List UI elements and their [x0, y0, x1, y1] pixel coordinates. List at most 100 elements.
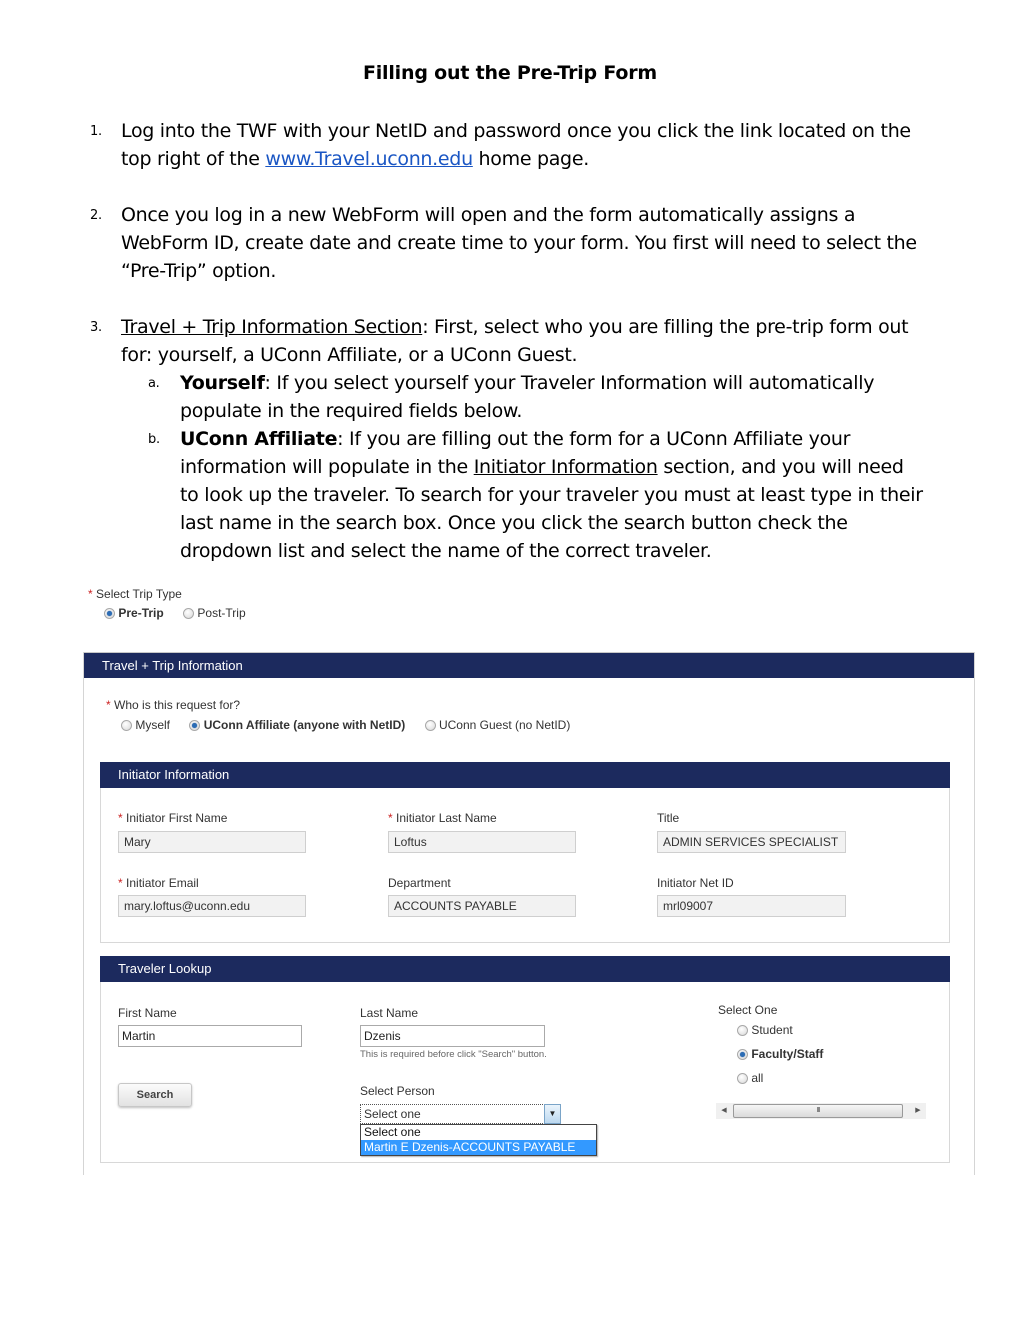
first-name-input[interactable]: Martin	[118, 1025, 302, 1047]
trip-type-label: * Select Trip Type	[88, 587, 182, 601]
scroll-right-arrow-icon[interactable]: ▶	[910, 1103, 926, 1119]
initiator-last-name-label: * Initiator Last Name	[388, 811, 497, 825]
radio-uconn-guest[interactable]: UConn Guest (no NetID)	[424, 718, 571, 732]
radio-selected-icon[interactable]	[189, 720, 201, 731]
request-for-radio-group: Myself UConn Affiliate (anyone with NetI…	[121, 718, 586, 732]
radio-all[interactable]: all	[737, 1071, 763, 1085]
substep-letter: a.	[148, 376, 160, 391]
step-text: information will populate in the Initiat…	[180, 453, 980, 481]
chevron-down-icon[interactable]: ▼	[544, 1104, 561, 1124]
required-marker: *	[106, 698, 111, 712]
radio-student[interactable]: Student	[737, 1023, 793, 1037]
text: : First, select who you are filling the …	[422, 316, 909, 338]
step-text: populate in the required fields below.	[180, 400, 523, 422]
required-marker: *	[88, 587, 93, 601]
substep-letter: b.	[148, 432, 160, 447]
last-name-input[interactable]: Dzenis	[360, 1025, 545, 1047]
radio-uconn-affiliate[interactable]: UConn Affiliate (anyone with NetID)	[189, 718, 405, 732]
option-label: UConn Affiliate (anyone with NetID)	[203, 718, 406, 732]
step-text: to look up the traveler. To search for y…	[180, 484, 923, 506]
option-label: Post-Trip	[197, 606, 246, 620]
select-person-options: Select one Martin E Dzenis-ACCOUNTS PAYA…	[360, 1124, 597, 1156]
initiator-net-id-field[interactable]: mrl09007	[657, 895, 846, 917]
step-number: 2.	[90, 208, 102, 223]
step-text: for: yourself, a UConn Affiliate, or a U…	[121, 344, 578, 366]
travel-site-link[interactable]: www.Travel.uconn.edu	[265, 148, 473, 170]
select-person-label: Select Person	[360, 1084, 435, 1098]
option-label: Faculty/Staff	[751, 1047, 824, 1061]
option-label: Student	[751, 1023, 793, 1037]
dropdown-option[interactable]: Select one	[361, 1125, 596, 1140]
text: home page.	[472, 148, 590, 170]
radio-unselected-icon[interactable]	[424, 720, 436, 731]
initiator-email-field[interactable]: mary.loftus@uconn.edu	[118, 895, 306, 917]
title-field[interactable]: ADMIN SERVICES SPECIALIST	[657, 831, 846, 853]
required-marker: *	[388, 811, 393, 825]
initiator-first-name-field[interactable]: Mary	[118, 831, 306, 853]
step-text: “Pre-Trip” option.	[121, 260, 277, 282]
first-name-label: First Name	[118, 1006, 177, 1020]
option-label: Myself	[135, 718, 171, 732]
text: : If you are filling out the form for a …	[337, 428, 851, 450]
radio-selected-icon[interactable]	[104, 608, 115, 619]
select-one-label: Select One	[718, 1003, 778, 1017]
select-person-dropdown[interactable]: Select one ▼	[360, 1104, 561, 1124]
who-label: * Who is this request for?	[106, 698, 240, 712]
text: top right of the	[121, 148, 266, 170]
step-number: 1.	[90, 124, 102, 139]
radio-faculty-staff[interactable]: Faculty/Staff	[737, 1047, 823, 1061]
term: UConn Affiliate	[180, 428, 338, 450]
radio-unselected-icon[interactable]	[183, 608, 195, 619]
radio-unselected-icon[interactable]	[121, 720, 132, 731]
search-button[interactable]: Search	[118, 1083, 192, 1107]
text: section, and you will need	[657, 456, 904, 478]
radio-pre-trip[interactable]: Pre-Trip	[104, 606, 164, 620]
text: : If you select yourself your Traveler I…	[264, 372, 875, 394]
step-text: Log into the TWF with your NetID and pas…	[121, 120, 911, 142]
last-name-label: Last Name	[360, 1006, 419, 1020]
title-label: Title	[657, 811, 680, 825]
traveler-lookup-panel: Traveler Lookup First Name Martin Last N…	[100, 956, 950, 1163]
radio-myself[interactable]: Myself	[121, 718, 170, 732]
label-text: Initiator First Name	[126, 811, 228, 825]
radio-selected-icon[interactable]	[737, 1049, 748, 1060]
step-text: WebForm ID, create date and create time …	[121, 232, 917, 254]
scroll-left-arrow-icon[interactable]: ◀	[716, 1103, 732, 1119]
dropdown-option-highlighted[interactable]: Martin E Dzenis-ACCOUNTS PAYABLE	[361, 1140, 596, 1155]
document-title: Filling out the Pre-Trip Form	[362, 62, 658, 84]
initiator-panel: Initiator Information * Initiator First …	[100, 762, 950, 943]
department-label: Department	[388, 876, 451, 890]
required-marker: *	[118, 876, 123, 890]
initiator-panel-header: Initiator Information	[100, 762, 950, 788]
radio-post-trip[interactable]: Post-Trip	[183, 606, 246, 620]
trip-type-radio-group: Pre-Trip Post-Trip	[104, 606, 262, 620]
travel-section-header: Travel + Trip Information	[84, 652, 974, 678]
term: Yourself	[180, 372, 265, 394]
label-text: Who is this request for?	[114, 698, 241, 712]
initiator-last-name-field[interactable]: Loftus	[388, 831, 576, 853]
step-text: top right of the www.Travel.uconn.edu ho…	[121, 145, 971, 173]
option-label: UConn Guest (no NetID)	[438, 718, 571, 732]
option-label: all	[751, 1071, 764, 1085]
label-text: Initiator Last Name	[396, 811, 497, 825]
horizontal-scrollbar[interactable]: ◀ III ▶	[716, 1103, 926, 1119]
label-text: Select Trip Type	[96, 587, 182, 601]
radio-unselected-icon[interactable]	[737, 1073, 748, 1084]
step-number: 3.	[90, 320, 102, 335]
last-name-hint: This is required before click "Search" b…	[360, 1049, 547, 1060]
initiator-first-name-label: * Initiator First Name	[118, 811, 227, 825]
label-text: Initiator Email	[126, 876, 199, 890]
required-marker: *	[118, 811, 123, 825]
initiator-email-label: * Initiator Email	[118, 876, 199, 890]
section-heading: Travel + Trip Information Section	[121, 316, 423, 338]
step-text: Travel + Trip Information Section: First…	[121, 313, 971, 341]
step-text: Once you log in a new WebForm will open …	[121, 204, 856, 226]
initiator-info-reference: Initiator Information	[473, 456, 658, 478]
step-text: UConn Affiliate: If you are filling out …	[180, 425, 980, 453]
scrollbar-thumb[interactable]: III	[733, 1104, 903, 1118]
radio-unselected-icon[interactable]	[737, 1025, 748, 1036]
department-field[interactable]: ACCOUNTS PAYABLE	[388, 895, 576, 917]
text: information will populate in the	[180, 456, 474, 478]
initiator-net-id-label: Initiator Net ID	[657, 876, 734, 890]
step-text: last name in the search box. Once you cl…	[180, 512, 848, 534]
